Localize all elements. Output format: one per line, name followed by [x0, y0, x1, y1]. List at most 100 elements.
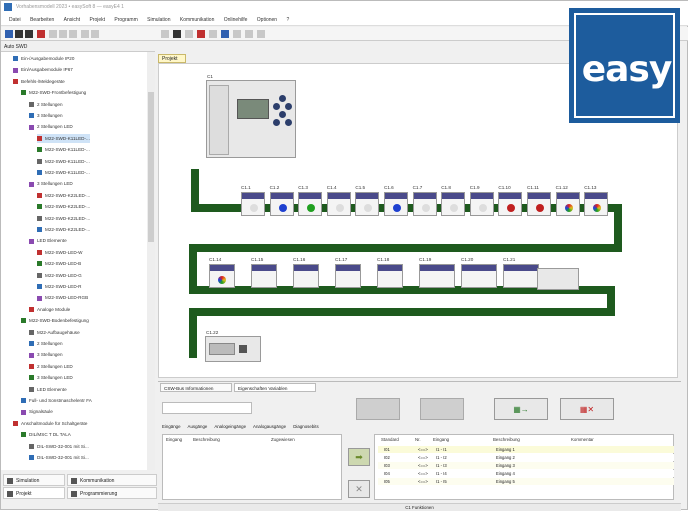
grid-icon[interactable]	[173, 30, 181, 38]
layout-icon[interactable]	[209, 30, 217, 38]
new-icon[interactable]	[5, 30, 13, 38]
tree-item[interactable]: 3 Stellungen LED	[29, 373, 73, 382]
swd-module[interactable]	[269, 192, 294, 216]
tree-item[interactable]: Ein-/Ausgabemodule IP20	[13, 54, 74, 63]
menu-datei[interactable]: Datei	[9, 17, 21, 23]
tree-item[interactable]: Signalsäule	[21, 407, 53, 416]
subtab-ausgaenge[interactable]: Ausgänge	[188, 424, 208, 429]
table-row[interactable]: I03 <==> I1 - I3 Eingang 3	[378, 462, 674, 469]
tree-item[interactable]: M22-SWD-K11LED-...	[37, 133, 90, 143]
subtab-eingaenge[interactable]: Eingänge	[162, 424, 181, 429]
zoom-icon[interactable]	[161, 30, 169, 38]
tree-item[interactable]: Analoge Module	[29, 305, 70, 314]
move-left-button[interactable]	[356, 398, 400, 420]
swd-module[interactable]	[326, 192, 351, 216]
swd-module[interactable]	[377, 264, 403, 288]
menu-simulation[interactable]: Simulation	[147, 17, 170, 23]
tab-programmierung[interactable]: Programmierung	[67, 487, 157, 499]
tree-item[interactable]: M22-SWD-K22LED-...	[37, 214, 90, 223]
tree-item[interactable]: 3 Stellungen	[29, 350, 63, 359]
menu-kommunikation[interactable]: Kommunikation	[180, 17, 214, 23]
menu-onlinehilfe[interactable]: Onlinehilfe	[224, 17, 248, 23]
table-row[interactable]: I05 <==> I1 - I5 Eingang 5	[378, 478, 674, 485]
menu-help[interactable]: ?	[286, 17, 289, 23]
menu-optionen[interactable]: Optionen	[257, 17, 277, 23]
tree-item[interactable]: LED Elemente	[29, 385, 67, 394]
tree-item[interactable]: M22-SWD-LED-G	[37, 271, 82, 280]
tree-item[interactable]: M22-SWD-Bodenbefestigung	[21, 316, 89, 325]
settings-icon[interactable]	[257, 30, 265, 38]
connect-icon[interactable]	[221, 30, 229, 38]
tree-item[interactable]: M22-SWD-LED-R	[37, 282, 82, 291]
swd-module[interactable]	[335, 264, 361, 288]
swd-module[interactable]	[503, 264, 539, 288]
save-icon[interactable]	[25, 30, 33, 38]
tree-item[interactable]: DIL/MSC T DL TALA	[21, 430, 71, 439]
swd-module[interactable]	[498, 192, 523, 216]
subtab-diagnosebits[interactable]: Diagnosebits	[293, 424, 318, 429]
assign-button[interactable]: ▦→	[494, 398, 548, 420]
swd-module[interactable]	[293, 264, 319, 288]
tree-item[interactable]: 2 Stellungen LED	[29, 362, 73, 371]
tree-item[interactable]: M22-SWD-K11LED-...	[37, 145, 90, 154]
swd-module[interactable]	[461, 264, 497, 288]
copy-icon[interactable]	[59, 30, 67, 38]
align-icon[interactable]	[185, 30, 193, 38]
unassign-button[interactable]: ▦✕	[560, 398, 614, 420]
swd-module[interactable]	[555, 192, 580, 216]
menu-bearbeiten[interactable]: Bearbeiten	[30, 17, 54, 23]
tab-simulation[interactable]: Simulation	[3, 474, 65, 486]
tree-item[interactable]: DIL-SWD-32-001 mit Si...	[29, 442, 89, 451]
easye4-controller[interactable]	[206, 80, 296, 158]
tab-projekt-canvas[interactable]: Projekt	[158, 54, 186, 63]
swd-module[interactable]	[384, 192, 408, 216]
tree-item[interactable]: DIL-SWD-32-001 mit Si...	[29, 453, 89, 462]
filter-input[interactable]	[162, 402, 252, 414]
tree-item[interactable]: 2 Stellungen LED	[29, 122, 73, 131]
tree-item[interactable]: Befehls-/Meldegeräte	[13, 77, 65, 86]
list-icon[interactable]	[245, 30, 253, 38]
delete-icon[interactable]	[197, 30, 205, 38]
swd-module[interactable]	[209, 264, 235, 288]
tree-item[interactable]: 3 Stellungen	[29, 111, 63, 120]
swd-module[interactable]	[298, 192, 323, 216]
catalog-scrollbar[interactable]	[147, 52, 155, 470]
tree-item[interactable]: 2 Stellungen	[29, 339, 63, 348]
table-icon[interactable]	[233, 30, 241, 38]
swd-module[interactable]	[527, 192, 551, 216]
cut-icon[interactable]	[49, 30, 57, 38]
tree-item[interactable]: M22-SWD-K11LED-...	[37, 157, 90, 166]
swd-module[interactable]	[441, 192, 466, 216]
table-row[interactable]: I01 <==> I1 - I1 Eingang 1	[378, 446, 674, 453]
tree-item[interactable]: M22-Aufbaugehäuse	[29, 328, 80, 337]
table-row[interactable]: I04 <==> I1 - I4 Eingang 4	[378, 470, 674, 477]
scrollbar-thumb[interactable]	[148, 92, 154, 242]
tab-variablen[interactable]: Eigenschaften Variablen	[234, 383, 316, 392]
menu-projekt[interactable]: Projekt	[89, 17, 105, 23]
open-icon[interactable]	[15, 30, 23, 38]
move-right-button[interactable]	[420, 398, 464, 420]
tab-projekt[interactable]: Projekt	[3, 487, 65, 499]
undo-icon[interactable]	[81, 30, 89, 38]
swd-module[interactable]	[241, 192, 265, 216]
redo-icon[interactable]	[91, 30, 99, 38]
tree-item[interactable]: Ein/Ausgabemodule IP67	[13, 65, 73, 74]
swd-module[interactable]	[355, 192, 380, 216]
tree-item[interactable]: 2 Stellungen	[29, 100, 63, 109]
table-row[interactable]: I02 <==> I1 - I2 Eingang 2	[378, 454, 674, 461]
swd-power-module[interactable]	[537, 268, 579, 290]
swd-module[interactable]	[412, 192, 437, 216]
tree-item[interactable]: M22-SWD-K11LED-...	[37, 168, 90, 177]
remove-button[interactable]: ✕	[348, 480, 370, 498]
paste-icon[interactable]	[69, 30, 77, 38]
tab-csw-bus-info[interactable]: CSW-Bus Informationen	[160, 383, 232, 392]
tree-item[interactable]: 3 Stellungen LED	[29, 179, 73, 188]
print-icon[interactable]	[37, 30, 45, 38]
tab-kommunikation[interactable]: Kommunikation	[67, 474, 157, 486]
tree-item[interactable]: M22-SWD-Frontbefestigung	[21, 88, 86, 97]
swd-module[interactable]	[584, 192, 609, 216]
tree-item[interactable]: M22-SWD-K22LED-...	[37, 191, 90, 200]
swd-module[interactable]	[469, 192, 494, 216]
tree-item[interactable]: M22-SWD-K22LED-...	[37, 202, 90, 211]
tree-item[interactable]: M22-SWD-LED-W	[37, 248, 83, 257]
